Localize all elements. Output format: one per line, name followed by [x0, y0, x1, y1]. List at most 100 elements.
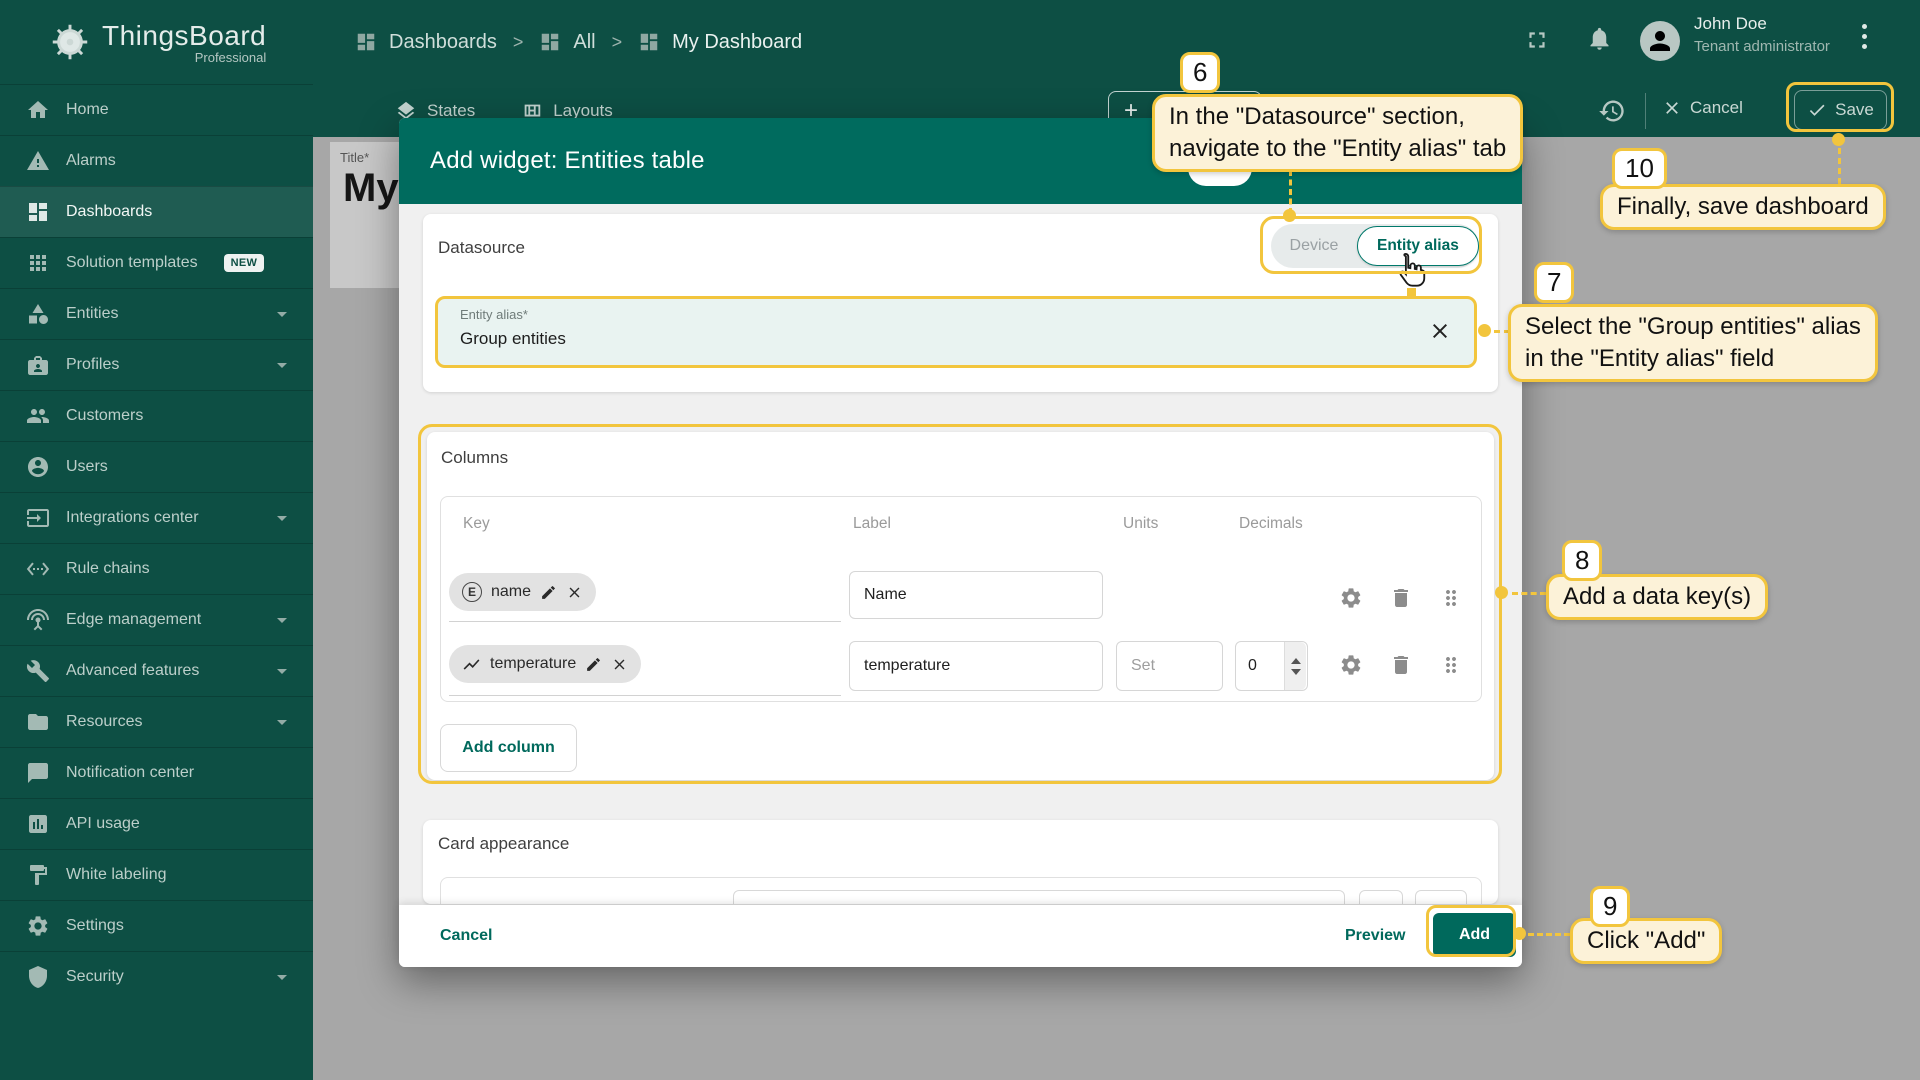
chevron-down-icon	[277, 669, 287, 674]
callout-7-dot	[1478, 324, 1491, 337]
kebab-menu-icon[interactable]	[1862, 24, 1867, 49]
brand[interactable]: ThingsBoard Professional	[0, 0, 313, 84]
callout-10-bubble: Finally, save dashboard	[1600, 184, 1886, 230]
datakey-chip-name[interactable]: E name	[449, 573, 596, 611]
entities-icon	[26, 302, 50, 326]
add-column-button[interactable]: Add column	[440, 724, 577, 772]
callout-10-connector	[1838, 148, 1841, 184]
callout-7-badge: 7	[1534, 262, 1574, 303]
sidebar-item-security[interactable]: Security	[0, 951, 313, 1002]
sidebar-item-api-usage[interactable]: API usage	[0, 798, 313, 849]
column-settings-icon[interactable]	[1339, 586, 1363, 610]
history-icon[interactable]	[1598, 97, 1626, 125]
truncated-control[interactable]	[1359, 890, 1403, 904]
callout-8-dot	[1495, 586, 1508, 599]
breadcrumb-dashboards[interactable]: Dashboards	[355, 31, 497, 54]
sidebar-item-white-labeling[interactable]: White labeling	[0, 849, 313, 900]
dashboard-title-field[interactable]: Title* My	[330, 142, 400, 288]
delete-column-icon[interactable]	[1389, 586, 1413, 610]
entity-alias-field[interactable]: Entity alias* Group entities	[435, 296, 1477, 368]
stepper-arrows[interactable]	[1284, 642, 1306, 690]
callout-8-badge: 8	[1562, 540, 1602, 581]
edit-pencil-icon[interactable]	[585, 656, 602, 673]
folder-icon	[26, 710, 50, 734]
brand-name: ThingsBoard	[102, 20, 266, 52]
col-header-decimals: Decimals	[1239, 515, 1303, 533]
home-icon	[26, 98, 50, 122]
sidebar-item-profiles[interactable]: Profiles	[0, 339, 313, 390]
decimals-input[interactable]	[1236, 643, 1284, 689]
sidebar-item-resources[interactable]: Resources	[0, 696, 313, 747]
person-icon	[1645, 26, 1675, 56]
fullscreen-icon[interactable]	[1524, 27, 1550, 53]
timeseries-icon	[462, 655, 481, 674]
remove-key-icon[interactable]	[611, 656, 628, 673]
column-settings-icon[interactable]	[1339, 653, 1363, 677]
callout-10-badge: 10	[1612, 148, 1667, 189]
columns-section: Columns Key Label Units Decimals E name	[427, 432, 1494, 780]
chevron-down-icon	[277, 312, 287, 317]
sidebar-item-notification-center[interactable]: Notification center	[0, 747, 313, 798]
hand-cursor-icon	[1390, 250, 1432, 292]
clear-alias-icon[interactable]	[1428, 319, 1452, 343]
sidebar-item-settings[interactable]: Settings	[0, 900, 313, 951]
decimals-stepper[interactable]	[1235, 641, 1308, 691]
label-input[interactable]	[849, 571, 1103, 619]
card-appearance-section: Card appearance	[423, 820, 1498, 904]
sidebar-item-alarms[interactable]: Alarms	[0, 135, 313, 186]
input-icon	[26, 506, 50, 530]
tools-icon	[26, 659, 50, 683]
user-role: Tenant administrator	[1694, 38, 1830, 55]
add-button[interactable]: Add	[1433, 913, 1516, 957]
user-info[interactable]: John Doe Tenant administrator	[1694, 14, 1830, 55]
paint-icon	[26, 863, 50, 887]
customers-icon	[26, 404, 50, 428]
callout-6-badge: 6	[1180, 52, 1220, 93]
datasource-heading: Datasource	[438, 238, 525, 258]
breadcrumb-all[interactable]: All	[539, 31, 595, 54]
remove-key-icon[interactable]	[566, 584, 583, 601]
callout-6-connector	[1289, 170, 1292, 214]
truncated-control[interactable]	[1415, 890, 1467, 904]
sidebar-item-advanced-features[interactable]: Advanced features	[0, 645, 313, 696]
cancel-dashboard-button[interactable]: Cancel	[1662, 98, 1743, 118]
breadcrumb-my-dashboard[interactable]: My Dashboard	[638, 31, 802, 54]
sidebar-item-edge-management[interactable]: Edge management	[0, 594, 313, 645]
truncated-input[interactable]	[733, 890, 1345, 904]
close-icon	[1662, 98, 1682, 118]
sidebar-item-users[interactable]: Users	[0, 441, 313, 492]
modal-footer: Cancel Preview Add	[399, 905, 1522, 967]
save-dashboard-button[interactable]: Save	[1794, 90, 1887, 130]
edit-pencil-icon[interactable]	[540, 584, 557, 601]
datakey-chip-temperature[interactable]: temperature	[449, 645, 641, 683]
preview-button[interactable]: Preview	[1345, 927, 1405, 945]
sidebar-nav: Home Alarms Dashboards Solution template…	[0, 84, 313, 1002]
rule-chains-icon	[26, 557, 50, 581]
card-appearance-body	[440, 877, 1482, 904]
sidebar-item-entities[interactable]: Entities	[0, 288, 313, 339]
sidebar-item-integrations-center[interactable]: Integrations center	[0, 492, 313, 543]
user-circle-icon	[26, 455, 50, 479]
chevron-down-icon	[277, 720, 287, 725]
sidebar-item-home[interactable]: Home	[0, 84, 313, 135]
drag-handle-icon[interactable]	[1439, 653, 1463, 677]
title-field-label: Title*	[340, 150, 369, 165]
toggle-device[interactable]: Device	[1271, 237, 1357, 255]
label-input[interactable]	[849, 641, 1103, 691]
sidebar-item-rule-chains[interactable]: Rule chains	[0, 543, 313, 594]
avatar[interactable]	[1640, 21, 1680, 61]
sidebar-item-solution-templates[interactable]: Solution templates NEW	[0, 237, 313, 288]
sidebar-item-dashboards[interactable]: Dashboards	[0, 186, 313, 237]
modal-cancel-button[interactable]: Cancel	[440, 927, 492, 945]
title-field-value: My	[343, 166, 399, 211]
delete-column-icon[interactable]	[1389, 653, 1413, 677]
toolbar-divider	[1645, 93, 1646, 129]
callout-7-bubble: Select the "Group entities" alias in the…	[1508, 304, 1878, 382]
bell-icon[interactable]	[1586, 25, 1613, 52]
chevron-down-icon	[277, 363, 287, 368]
datasource-type-toggle: Device Entity alias	[1271, 224, 1479, 268]
drag-handle-icon[interactable]	[1439, 586, 1463, 610]
sidebar-item-customers[interactable]: Customers	[0, 390, 313, 441]
units-input[interactable]	[1116, 641, 1223, 691]
add-widget-modal: Add widget: Entities table Datasource De…	[399, 118, 1522, 967]
